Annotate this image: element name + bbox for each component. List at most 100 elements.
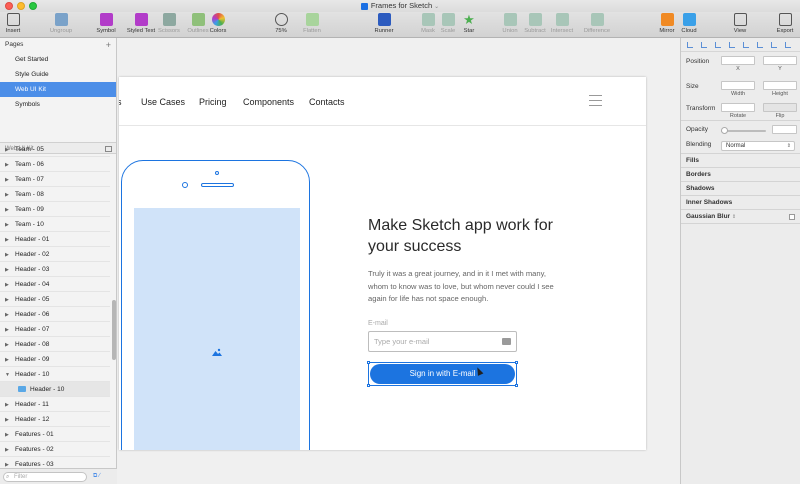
disclosure-closed-icon[interactable]: ▶ — [5, 443, 11, 458]
gaussian-blur-checkbox[interactable] — [789, 214, 795, 220]
nav-link-components[interactable]: Components — [243, 97, 294, 107]
toolbar-cloud-button[interactable]: Cloud — [678, 13, 700, 34]
minimize-window-button[interactable] — [17, 2, 25, 10]
disclosure-closed-icon[interactable]: ▶ — [5, 308, 11, 323]
align-middle-icon[interactable] — [743, 42, 749, 48]
layer-item[interactable]: ▶ Header - 01 — [0, 232, 110, 247]
toolbar-zoom-button[interactable]: 75% — [263, 13, 299, 34]
opacity-field[interactable] — [772, 125, 797, 134]
layer-item[interactable]: ▶ Features - 03 — [0, 457, 110, 467]
disclosure-closed-icon[interactable]: ▶ — [5, 353, 11, 368]
layer-item[interactable]: ▶ Features - 01 — [0, 427, 110, 442]
toolbar-subtract-button[interactable]: Subtract — [520, 13, 550, 34]
layer-item[interactable]: ▶ Header - 08 — [0, 337, 110, 352]
disclosure-closed-icon[interactable]: ▶ — [5, 398, 11, 413]
layer-item[interactable]: ▶ Header - 11 — [0, 397, 110, 412]
layer-item[interactable]: ▶ Team - 10 — [0, 217, 110, 232]
toolbar-union-button[interactable]: Union — [498, 13, 522, 34]
toolbar-styled-text-button[interactable]: Styled Text — [124, 13, 158, 34]
toolbar-colors-button[interactable]: Colors — [207, 13, 229, 34]
disclosure-closed-icon[interactable]: ▶ — [5, 248, 11, 263]
toolbar-insert-button[interactable]: Insert — [4, 13, 22, 34]
disclosure-open-icon[interactable]: ▼ — [5, 368, 11, 383]
hamburger-menu-icon[interactable] — [589, 95, 602, 110]
disclosure-closed-icon[interactable]: ▶ — [5, 218, 11, 233]
align-right-icon[interactable] — [715, 42, 721, 48]
x-field[interactable] — [721, 56, 755, 65]
layers-scrollbar[interactable] — [112, 300, 116, 360]
filter-input[interactable]: ⌕ Filter — [3, 472, 87, 482]
layer-item[interactable]: ▶ Header - 06 — [0, 307, 110, 322]
distribute-v-icon[interactable] — [785, 42, 791, 48]
height-field[interactable] — [763, 81, 797, 90]
layer-item[interactable]: ▶ Header - 12 — [0, 412, 110, 427]
distribute-h-icon[interactable] — [771, 42, 777, 48]
disclosure-closed-icon[interactable]: ▶ — [5, 293, 11, 308]
layer-item[interactable]: ▼ Header - 10 — [0, 367, 110, 382]
layer-item[interactable]: ▶ Header - 05 — [0, 292, 110, 307]
layer-item[interactable]: ▶ Team - 08 — [0, 187, 110, 202]
rotate-field[interactable] — [721, 103, 755, 112]
toolbar-scissors-button[interactable]: Scissors — [155, 13, 183, 34]
zoom-window-button[interactable] — [29, 2, 37, 10]
signin-button[interactable]: Sign in with E-mail — [370, 364, 515, 384]
canvas[interactable]: s Use Cases Pricing Components Contacts — [117, 38, 680, 484]
layer-item[interactable]: ▶ Team - 07 — [0, 172, 110, 187]
section-borders[interactable]: Borders — [681, 168, 800, 182]
layer-item[interactable]: ▶ Header - 07 — [0, 322, 110, 337]
email-input[interactable] — [369, 332, 489, 351]
layer-item[interactable]: ▶ Header - 02 — [0, 247, 110, 262]
width-field[interactable] — [721, 81, 755, 90]
title-chevron-icon[interactable]: ⌄ — [434, 4, 439, 10]
nav-link-pricing[interactable]: Pricing — [199, 97, 227, 107]
disclosure-closed-icon[interactable]: ▶ — [5, 323, 11, 338]
blending-select[interactable]: Normal ⇕ — [721, 141, 795, 151]
page-item[interactable]: Symbols — [0, 97, 116, 112]
layer-item[interactable]: ▶ Features - 02 — [0, 442, 110, 457]
toolbar-flatten-button[interactable]: Flatten — [297, 13, 327, 34]
disclosure-closed-icon[interactable]: ▶ — [5, 233, 11, 248]
disclosure-closed-icon[interactable]: ▶ — [5, 173, 11, 188]
toolbar-intersect-button[interactable]: Intersect — [547, 13, 577, 34]
resize-handle[interactable] — [515, 384, 518, 387]
toolbar-star-button[interactable]: ★ Star — [458, 13, 480, 34]
toolbar-ungroup-button[interactable]: Ungroup — [46, 13, 76, 34]
page-item[interactable]: Web UI Kit — [0, 82, 116, 97]
disclosure-closed-icon[interactable]: ▶ — [5, 263, 11, 278]
toolbar-scale-button[interactable]: Scale — [437, 13, 459, 34]
disclosure-closed-icon[interactable]: ▶ — [5, 188, 11, 203]
layer-item[interactable]: ▶ Header - 09 — [0, 352, 110, 367]
opacity-slider-knob[interactable] — [721, 127, 728, 134]
disclosure-closed-icon[interactable]: ▶ — [5, 428, 11, 443]
layer-item[interactable]: ▶ Header - 04 — [0, 277, 110, 292]
layer-item[interactable]: ▶ Team - 05 — [0, 142, 110, 157]
toolbar-export-button[interactable]: Export — [770, 13, 800, 34]
resize-handle[interactable] — [367, 361, 370, 364]
resize-handle[interactable] — [515, 361, 518, 364]
layer-child-item[interactable]: Header - 10 — [0, 382, 110, 397]
disclosure-closed-icon[interactable]: ▶ — [5, 158, 11, 173]
section-shadows[interactable]: Shadows — [681, 182, 800, 196]
disclosure-closed-icon[interactable]: ▶ — [5, 458, 11, 467]
disclosure-closed-icon[interactable]: ▶ — [5, 338, 11, 353]
layer-item[interactable]: ▶ Team - 06 — [0, 157, 110, 172]
section-gaussian-blur[interactable]: Gaussian Blur ⇕ — [681, 210, 800, 224]
email-field[interactable] — [368, 331, 517, 352]
disclosure-closed-icon[interactable]: ▶ — [5, 413, 11, 428]
align-bottom-icon[interactable] — [757, 42, 763, 48]
layer-item[interactable]: ▶ Team - 09 — [0, 202, 110, 217]
page-item[interactable]: Get Started — [0, 52, 116, 67]
disclosure-closed-icon[interactable]: ▶ — [5, 143, 11, 158]
resize-handle[interactable] — [367, 384, 370, 387]
align-left-icon[interactable] — [687, 42, 693, 48]
section-fills[interactable]: Fills — [681, 154, 800, 168]
toolbar-symbol-button[interactable]: Symbol — [94, 13, 118, 34]
disclosure-closed-icon[interactable]: ▶ — [5, 203, 11, 218]
page-item[interactable]: Style Guide — [0, 67, 116, 82]
nav-link-use-cases[interactable]: Use Cases — [141, 97, 185, 107]
layer-filter-icons[interactable]: ⧉ ∕ — [93, 473, 100, 480]
align-top-icon[interactable] — [729, 42, 735, 48]
align-center-icon[interactable] — [701, 42, 707, 48]
artboard[interactable]: s Use Cases Pricing Components Contacts — [119, 77, 646, 450]
nav-link-partial[interactable]: s — [119, 97, 122, 107]
